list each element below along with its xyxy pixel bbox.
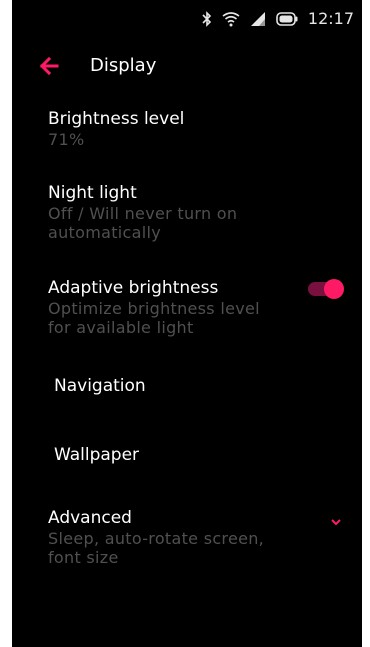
adaptive-brightness-title: Adaptive brightness [48,278,219,298]
advanced-summary: Sleep, auto-rotate screen, font size [48,529,265,567]
chevron-down-icon [330,512,342,531]
status-bar: 12:17 [12,0,362,38]
brightness-level-title: Brightness level [48,109,185,129]
night-light-summary: Off / Will never turn on automatically [48,204,238,242]
navigation-item[interactable]: Navigation [54,375,334,397]
status-icons: 12:17 [202,10,354,28]
adaptive-brightness-item[interactable]: Adaptive brightness Optimize brightness … [48,277,328,337]
advanced-title: Advanced [48,508,132,528]
navigation-title: Navigation [54,376,146,396]
arrow-left-icon [37,56,61,82]
brightness-level-value: 71% [48,130,85,149]
status-time: 12:17 [307,9,354,28]
wallpaper-item[interactable]: Wallpaper [54,444,334,466]
app-bar: Display [12,46,362,86]
bluetooth-icon [202,11,212,27]
advanced-item[interactable]: Advanced Sleep, auto-rotate screen, font… [48,507,328,567]
adaptive-brightness-summary: Optimize brightness level for available … [48,299,260,337]
night-light-item[interactable]: Night light Off / Will never turn on aut… [48,182,328,242]
adaptive-brightness-toggle[interactable] [308,279,344,299]
wallpaper-title: Wallpaper [54,445,140,465]
night-light-title: Night light [48,183,137,203]
page-title: Display [90,55,157,76]
phone-screen: 12:17 Display Brightness level 71% Night… [12,0,362,647]
toggle-knob [324,279,344,299]
advanced-expand-button[interactable] [330,512,342,526]
cell-signal-icon [250,11,266,27]
brightness-level-item[interactable]: Brightness level 71% [48,108,328,149]
back-button[interactable] [37,54,61,78]
wifi-icon [222,11,240,27]
battery-icon [276,12,298,26]
